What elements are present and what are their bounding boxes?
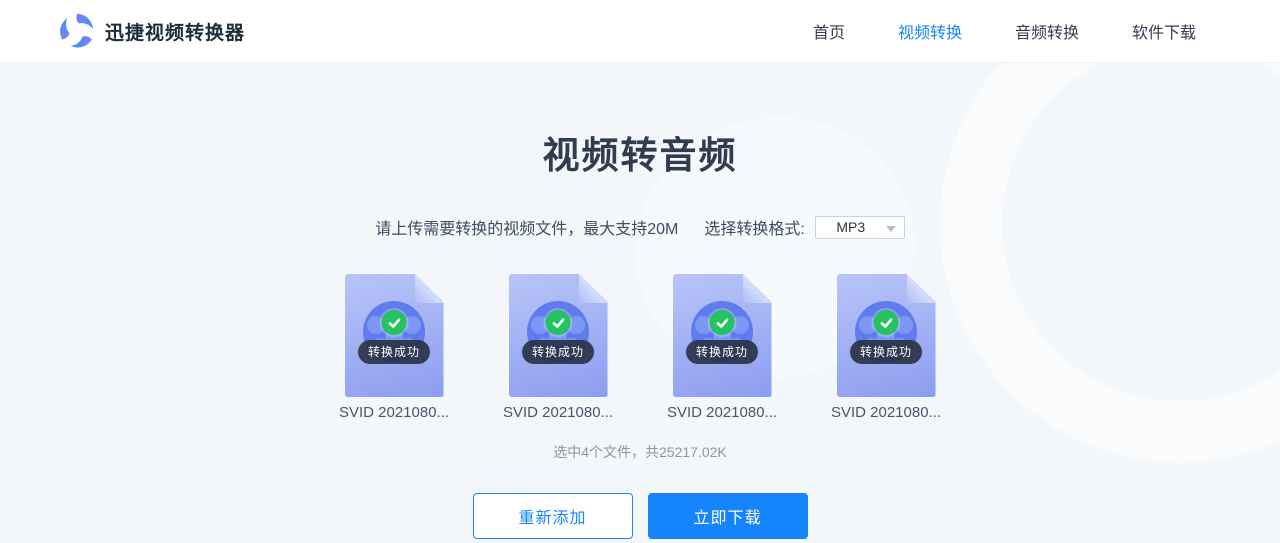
page-fold-icon — [414, 274, 444, 303]
file-name: SVID 2021080... — [666, 404, 778, 421]
status-badge: 转换成功 — [521, 340, 595, 364]
video-file-icon: 转换成功 — [836, 274, 936, 397]
video-file-icon: 转换成功 — [672, 274, 772, 397]
status-badge: 转换成功 — [685, 340, 759, 364]
brand[interactable]: 迅捷视频转换器 — [58, 12, 245, 50]
re-add-button[interactable]: 重新添加 — [472, 493, 633, 539]
nav-item-audio-convert[interactable]: 音频转换 — [1015, 19, 1079, 43]
format-label: 选择转换格式: — [704, 221, 805, 238]
brand-name: 迅捷视频转换器 — [105, 22, 246, 44]
hint-row: 请上传需要转换的视频文件，最大支持20M 选择转换格式: MP3 — [375, 215, 905, 239]
files-row: 转换成功 SVID 2021080... 转换成功 SVID 2021080..… — [339, 274, 941, 421]
file-tile[interactable]: 转换成功 SVID 2021080... — [503, 274, 613, 421]
actions-row: 重新添加 立即下载 — [472, 493, 808, 539]
nav-item-software-download[interactable]: 软件下载 — [1132, 19, 1196, 43]
check-icon — [545, 310, 571, 335]
video-file-icon: 转换成功 — [508, 274, 608, 397]
video-file-icon: 转换成功 — [344, 274, 444, 397]
nav-item-home[interactable]: 首页 — [813, 19, 845, 43]
page-fold-icon — [578, 274, 608, 303]
status-badge: 转换成功 — [849, 340, 923, 364]
file-name: SVID 2021080... — [502, 404, 614, 421]
file-tile[interactable]: 转换成功 SVID 2021080... — [831, 274, 941, 421]
check-icon — [709, 310, 735, 335]
check-icon — [873, 310, 899, 335]
selection-summary: 选中4个文件，共25217.02K — [553, 444, 727, 460]
check-icon — [381, 310, 407, 335]
dropdown-caret-icon — [885, 225, 896, 232]
file-name: SVID 2021080... — [338, 404, 450, 421]
download-button[interactable]: 立即下载 — [647, 493, 808, 539]
status-badge: 转换成功 — [357, 340, 431, 364]
format-select[interactable]: MP3 — [814, 215, 905, 239]
file-name: SVID 2021080... — [830, 404, 942, 421]
swirl-logo-icon — [60, 13, 94, 48]
upload-hint: 请上传需要转换的视频文件，最大支持20M — [375, 221, 679, 238]
page-fold-icon — [742, 274, 772, 303]
page: 迅捷视频转换器 首页 视频转换 音频转换 软件下载 视频转音频 请上传需要转换的… — [0, 0, 1280, 543]
file-tile[interactable]: 转换成功 SVID 2021080... — [667, 274, 777, 421]
nav-item-video-convert[interactable]: 视频转换 — [898, 19, 962, 43]
main-nav: 首页 视频转换 音频转换 软件下载 — [813, 19, 1196, 43]
page-fold-icon — [906, 274, 936, 303]
hero-section: 视频转音频 请上传需要转换的视频文件，最大支持20M 选择转换格式: MP3 转… — [0, 63, 1280, 543]
file-tile[interactable]: 转换成功 SVID 2021080... — [339, 274, 449, 421]
format-value: MP3 — [836, 219, 866, 235]
header: 迅捷视频转换器 首页 视频转换 音频转换 软件下载 — [0, 0, 1280, 63]
page-title: 视频转音频 — [542, 135, 738, 176]
